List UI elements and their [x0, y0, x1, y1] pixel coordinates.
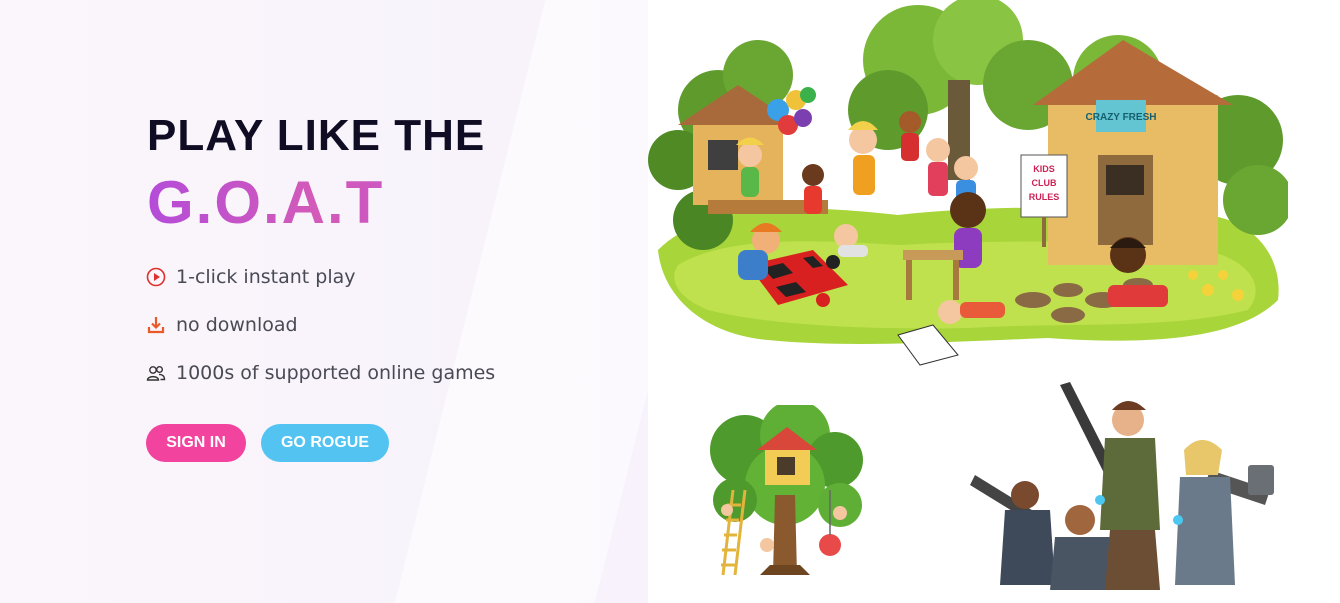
download-icon	[145, 314, 167, 336]
hut-sign-text: CRAZY FRESH	[1086, 112, 1157, 123]
svg-text:RULES: RULES	[1029, 192, 1060, 202]
headline-line1: PLAY LIKE THE	[147, 111, 486, 160]
kids-club-illustration: CRAZY FRESH KIDS CLUB RULES	[648, 0, 1288, 366]
sign-in-button[interactable]: SIGN IN	[146, 424, 246, 462]
hero-headline: PLAY LIKE THE G.O.A.T	[147, 110, 485, 238]
feature-item-supported-games: 1000s of supported online games	[145, 358, 495, 388]
feature-label: no download	[176, 314, 298, 336]
svg-text:CLUB: CLUB	[1032, 178, 1057, 188]
feature-item-instant-play: 1-click instant play	[145, 262, 495, 292]
feature-list: 1-click instant play no download 1000s o…	[145, 262, 495, 406]
feature-label: 1-click instant play	[176, 266, 356, 288]
feature-item-no-download: no download	[145, 310, 495, 340]
svg-text:KIDS: KIDS	[1033, 164, 1055, 174]
users-icon	[145, 362, 167, 384]
cta-buttons: SIGN IN GO ROGUE	[146, 424, 389, 462]
play-circle-icon	[145, 266, 167, 288]
feature-label: 1000s of supported online games	[176, 362, 496, 384]
go-rogue-button[interactable]: GO ROGUE	[261, 424, 389, 462]
game-heroes-illustration	[970, 382, 1274, 590]
headline-goat: G.O.A.T	[147, 168, 485, 238]
treehouse-illustration	[710, 405, 863, 576]
